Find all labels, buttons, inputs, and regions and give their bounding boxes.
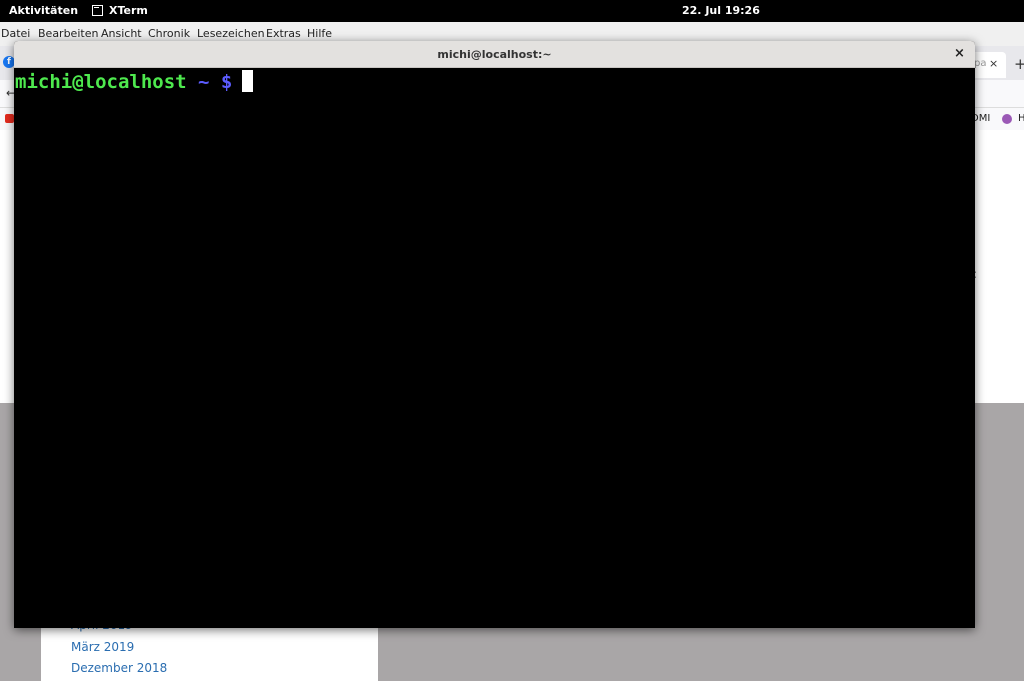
tab-title: pa (974, 58, 987, 69)
shell-prompt: michi@localhost ~ $ (15, 70, 254, 93)
window-title: michi@localhost:~ (437, 48, 552, 61)
gnome-top-bar: Aktivitäten XTerm 22. Jul 19:26 (0, 0, 1024, 22)
xterm-window[interactable]: michi@localhost:~ × michi@localhost ~ $ (14, 41, 975, 628)
tab-close-icon[interactable]: × (989, 57, 998, 70)
xterm-title-bar[interactable]: michi@localhost:~ × (14, 41, 975, 68)
archive-link[interactable]: Dezember 2018 (71, 661, 167, 675)
archive-link[interactable]: März 2019 (71, 640, 134, 654)
bookmark-favicon-icon[interactable] (5, 114, 14, 123)
terminal-cursor (242, 70, 254, 92)
close-icon[interactable]: × (954, 46, 965, 61)
prompt-directory: ~ $ (186, 71, 233, 93)
menu-chronik[interactable]: Chronik (148, 27, 190, 40)
activities-button[interactable]: Aktivitäten (9, 4, 78, 17)
new-tab-button[interactable]: + (1014, 55, 1024, 73)
terminal-screen[interactable]: michi@localhost ~ $ (14, 68, 975, 628)
menu-datei[interactable]: Datei (1, 27, 30, 40)
menu-lesezeichen[interactable]: Lesezeichen (197, 27, 265, 40)
bookmark-purple-icon[interactable] (1002, 114, 1012, 124)
menu-hilfe[interactable]: Hilfe (307, 27, 332, 40)
clock[interactable]: 22. Jul 19:26 (682, 4, 760, 17)
browser-tab[interactable]: pa × (970, 52, 1006, 78)
menu-bearbeiten[interactable]: Bearbeiten (38, 27, 98, 40)
menu-ansicht[interactable]: Ansicht (101, 27, 142, 40)
bookmark-h[interactable]: H (1018, 113, 1024, 124)
menu-extras[interactable]: Extras (266, 27, 301, 40)
app-menu-label: XTerm (109, 4, 148, 17)
app-menu-button[interactable]: XTerm (92, 4, 148, 17)
terminal-icon (92, 5, 103, 16)
prompt-user-host: michi@localhost (15, 71, 187, 93)
